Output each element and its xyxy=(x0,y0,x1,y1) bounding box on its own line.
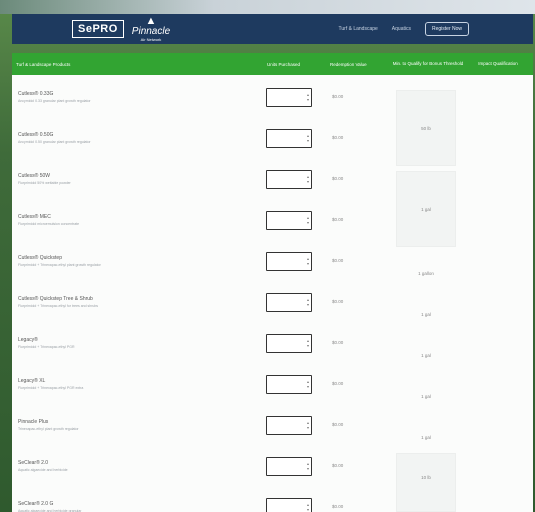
header-min-qualify: Min. to Qualify for Bonus Threshold xyxy=(392,61,464,67)
units-purchased-input[interactable]: ▴ ▾ xyxy=(266,170,312,189)
redemption-value: $0.00 xyxy=(332,94,344,99)
stepper-arrows-icon[interactable]: ▴ ▾ xyxy=(307,461,309,471)
product-description: Flurprimidol + Trinexapac-ethyl plant gr… xyxy=(18,263,101,267)
units-purchased-input[interactable]: ▴ ▾ xyxy=(266,334,312,353)
stepper-arrows-icon[interactable]: ▴ ▾ xyxy=(307,379,309,389)
product-name: SeClear® 2.0 xyxy=(18,460,49,466)
product-name: SeClear® 2.0 G xyxy=(18,501,54,507)
product-description: Trinexapac-ethyl plant growth regulator xyxy=(18,427,79,431)
redemption-value: $0.00 xyxy=(332,381,344,386)
stepper-arrows-icon[interactable]: ▴ ▾ xyxy=(307,502,309,512)
product-name: Cutless® Quickstep Tree & Shrub xyxy=(18,296,93,302)
product-description: Flurprimidol + Trinexapac-ethyl for tree… xyxy=(18,304,99,308)
sepro-logo[interactable]: SePRO xyxy=(72,20,124,38)
units-purchased-input[interactable]: ▴ ▾ xyxy=(266,252,312,271)
pinnacle-logo-text: Pinnacle xyxy=(131,26,171,37)
redemption-value: $0.00 xyxy=(332,463,344,468)
table-row: Cutless® Quickstep Tree & Shrub Flurprimi… xyxy=(12,288,392,328)
table-row: Legacy® XL Flurprimidol + Trinexapac-ethy… xyxy=(12,370,392,410)
pinnacle-logo[interactable]: ▲ Pinnacle Air Network xyxy=(132,16,170,42)
redemption-value: $0.00 xyxy=(332,504,344,509)
redemption-value: $0.00 xyxy=(332,258,344,263)
qualify-value-group1: 50 lb xyxy=(421,126,431,131)
product-name: Legacy® XL xyxy=(18,378,46,384)
header-nav: Turf & Landscape Aquatics Register Now xyxy=(339,22,469,36)
qualify-value-row5: 1 gallon xyxy=(418,271,434,276)
header-units-purchased: Units Purchased xyxy=(267,61,301,67)
units-purchased-input[interactable]: ▴ ▾ xyxy=(266,375,312,394)
table-row: Pinnacle Plus Trinexapac-ethyl plant grow… xyxy=(12,411,392,451)
product-name: Cutless® 0.50G xyxy=(18,132,54,138)
qualify-value-row7: 1 gal xyxy=(421,353,431,358)
stepper-arrows-icon[interactable]: ▴ ▾ xyxy=(307,92,309,102)
header-products: Turf & Landscape Products xyxy=(16,61,71,67)
units-purchased-input[interactable]: ▴ ▾ xyxy=(266,457,312,476)
redemption-value: $0.00 xyxy=(332,422,344,427)
units-purchased-input[interactable]: ▴ ▾ xyxy=(266,498,312,512)
qualify-value-row9: 1 gal xyxy=(421,435,431,440)
redemption-value: $0.00 xyxy=(332,135,344,140)
product-description: Flurprimidol + Trinexapac-ethyl PGR extr… xyxy=(18,386,84,390)
stepper-arrows-icon[interactable]: ▴ ▾ xyxy=(307,215,309,225)
redemption-value: $0.00 xyxy=(332,340,344,345)
qualify-value-group10: 10 lb xyxy=(421,475,431,480)
qualify-value-row6: 1 gal xyxy=(421,312,431,317)
qualify-group-box xyxy=(396,453,456,512)
product-description: Aquatic algaecide and herbicide xyxy=(18,468,68,472)
units-purchased-input[interactable]: ▴ ▾ xyxy=(266,293,312,312)
table-row: Cutless® Quickstep Flurprimidol + Trinexa… xyxy=(12,247,392,287)
qualify-value-group2: 1 gal xyxy=(421,207,431,212)
register-now-button[interactable]: Register Now xyxy=(424,22,469,36)
qualify-value-row8: 1 gal xyxy=(421,394,431,399)
header-impact-qualification: Impact Qualification xyxy=(478,61,518,67)
product-description: Flurprimidol microemulsion concentrate xyxy=(18,222,80,226)
nav-aquatics[interactable]: Aquatics xyxy=(392,26,411,32)
product-description: Ancymidol 0.33 granular plant growth reg… xyxy=(18,99,91,103)
pinnacle-logo-subtext: Air Network xyxy=(140,37,162,42)
table-row: SeClear® 2.0 G Aquatic algaecide and herb… xyxy=(12,493,392,512)
redemption-value: $0.00 xyxy=(332,299,344,304)
product-name: Cutless® Quickstep xyxy=(18,255,62,261)
table-row: Legacy® Flurprimidol + Trinexapac-ethyl P… xyxy=(12,329,392,369)
units-purchased-input[interactable]: ▴ ▾ xyxy=(266,416,312,435)
table-header-row: Turf & Landscape Products Units Purchase… xyxy=(12,53,533,75)
product-description: Flurprimidol + Trinexapac-ethyl PGR xyxy=(18,345,75,349)
stepper-arrows-icon[interactable]: ▴ ▾ xyxy=(307,338,309,348)
background-sky xyxy=(0,0,535,14)
stepper-arrows-icon[interactable]: ▴ ▾ xyxy=(307,297,309,307)
redemption-value: $0.00 xyxy=(332,217,344,222)
units-purchased-input[interactable]: ▴ ▾ xyxy=(266,211,312,230)
table-row: SeClear® 2.0 Aquatic algaecide and herbic… xyxy=(12,452,392,492)
stepper-arrows-icon[interactable]: ▴ ▾ xyxy=(307,133,309,143)
units-purchased-input[interactable]: ▴ ▾ xyxy=(266,129,312,148)
stepper-arrows-icon[interactable]: ▴ ▾ xyxy=(307,420,309,430)
product-name: Cutless® 0.33G xyxy=(18,91,54,97)
redemption-value: $0.00 xyxy=(332,176,344,181)
product-name: Cutless® 50W xyxy=(18,173,51,179)
table-row: Cutless® 50W Flurprimidol 50% wettable po… xyxy=(12,165,392,205)
table-row: Cutless® MEC Flurprimidol microemulsion c… xyxy=(12,206,392,246)
stepper-arrows-icon[interactable]: ▴ ▾ xyxy=(307,256,309,266)
table-row: Cutless® 0.50G Ancymidol 0.50 granular pl… xyxy=(12,124,392,164)
product-name: Legacy® xyxy=(18,337,38,343)
units-purchased-input[interactable]: ▴ ▾ xyxy=(266,88,312,107)
nav-turf-landscape[interactable]: Turf & Landscape xyxy=(339,26,378,32)
product-name: Pinnacle Plus xyxy=(18,419,49,425)
product-description: Ancymidol 0.50 granular plant growth reg… xyxy=(18,140,91,144)
product-table-panel: Turf & Landscape Products Units Purchase… xyxy=(12,53,533,512)
product-description: Flurprimidol 50% wettable powder xyxy=(18,181,71,185)
product-name: Cutless® MEC xyxy=(18,214,51,220)
stepper-arrows-icon[interactable]: ▴ ▾ xyxy=(307,174,309,184)
header-redemption-value: Redemption Value xyxy=(330,61,367,67)
site-header: SePRO ▲ Pinnacle Air Network Turf & Land… xyxy=(12,14,533,44)
table-row: Cutless® 0.33G Ancymidol 0.33 granular pl… xyxy=(12,83,392,123)
